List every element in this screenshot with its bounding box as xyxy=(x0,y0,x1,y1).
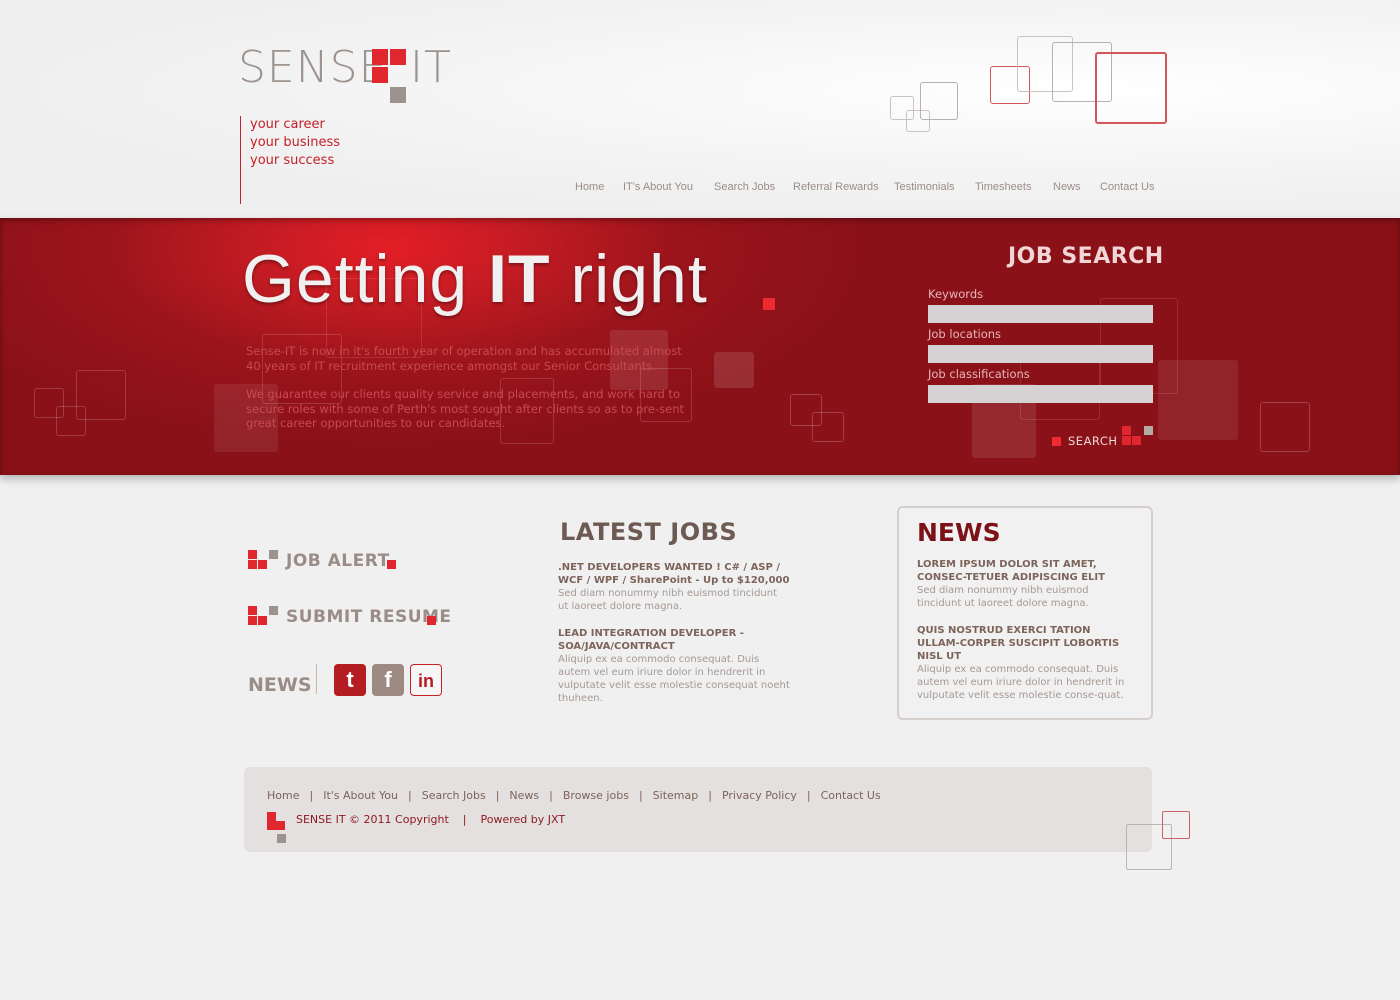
headline-dot-icon xyxy=(763,298,775,310)
footer-link-news[interactable]: News xyxy=(509,789,539,802)
news-item[interactable]: LOREM IPSUM DOLOR SIT AMET, CONSEC-TETUE… xyxy=(917,558,1135,610)
job-title[interactable]: LEAD INTEGRATION DEVELOPER - SOA/JAVA/CO… xyxy=(558,627,790,653)
news-item[interactable]: QUIS NOSTRUD EXERCI TATION ULLAM-CORPER … xyxy=(917,624,1135,702)
job-item[interactable]: .NET DEVELOPERS WANTED ! C# / ASP / WCF … xyxy=(558,561,790,613)
footer-link-contact-us[interactable]: Contact Us xyxy=(821,789,881,802)
footer-link-sitemap[interactable]: Sitemap xyxy=(653,789,699,802)
header: SENSE IT your career your business your … xyxy=(0,0,1400,218)
nav-search-jobs[interactable]: Search Jobs xyxy=(714,181,775,193)
submit-resume-link[interactable]: SUBMIT RESUME xyxy=(248,606,451,630)
logo-text-it: IT xyxy=(410,42,452,93)
bullet-icon xyxy=(387,560,396,569)
nav-its-about-you[interactable]: IT's About You xyxy=(623,181,693,193)
nav-referral-rewards[interactable]: Referral Rewards xyxy=(793,181,879,193)
intro-paragraph: We guarantee our clients quality service… xyxy=(246,387,684,430)
decorative-square xyxy=(1158,360,1238,440)
divider xyxy=(316,664,317,694)
powered-by-link[interactable]: Powered by JXT xyxy=(481,813,566,826)
footer-separator: | xyxy=(638,789,643,802)
linkedin-icon[interactable]: in xyxy=(410,664,442,696)
decorative-square xyxy=(1095,52,1167,124)
job-locations-input[interactable] xyxy=(928,345,1153,363)
footer-separator: | xyxy=(549,789,553,802)
logo-mark-icon xyxy=(1122,426,1154,448)
nav-testimonials[interactable]: Testimonials xyxy=(894,181,955,193)
decorative-square xyxy=(920,82,958,120)
news-desc: Aliquip ex ea commodo consequat. Duis au… xyxy=(917,664,1125,701)
footer-separator: | xyxy=(462,813,467,826)
job-search-title: JOB SEARCH xyxy=(1008,244,1164,269)
footer: Home | It's About You | Search Jobs | News | Bro… xyxy=(244,767,1152,852)
logo-text-sense: SENSE xyxy=(238,42,388,93)
search-bullet-icon xyxy=(1052,437,1061,446)
logo-mark-icon xyxy=(372,49,408,103)
hero-banner: Getting IT right Sense-IT is now in it's… xyxy=(0,218,1400,475)
news-title[interactable]: QUIS NOSTRUD EXERCI TATION ULLAM-CORPER … xyxy=(917,624,1135,663)
hero-intro: Sense-IT is now in it's fourth year of o… xyxy=(246,344,686,445)
footer-separator: | xyxy=(309,789,314,802)
job-title[interactable]: .NET DEVELOPERS WANTED ! C# / ASP / WCF … xyxy=(558,561,790,587)
bullet-icon xyxy=(427,616,436,625)
decorative-square xyxy=(812,412,844,442)
logo-mark-icon xyxy=(267,812,289,844)
keywords-label: Keywords xyxy=(928,287,984,301)
footer-separator: | xyxy=(708,789,712,802)
job-desc: Aliquip ex ea commodo consequat. Duis au… xyxy=(558,654,790,704)
facebook-icon[interactable]: f xyxy=(372,664,404,696)
nav-contact-us[interactable]: Contact Us xyxy=(1100,181,1154,193)
footer-copyright: SENSE IT © 2011 Copyright | Powered by JXT xyxy=(296,813,565,826)
headline-part: Getting xyxy=(242,241,489,317)
job-item[interactable]: LEAD INTEGRATION DEVELOPER - SOA/JAVA/CO… xyxy=(558,627,790,705)
tagline-line: your success xyxy=(250,153,335,168)
footer-separator: | xyxy=(806,789,811,802)
intro-paragraph: Sense-IT is now in it's fourth year of o… xyxy=(246,344,682,373)
search-button-label: SEARCH xyxy=(1068,434,1118,448)
footer-separator: | xyxy=(408,789,412,802)
job-desc: Sed diam nonummy nibh euismod tincidunt … xyxy=(558,588,778,612)
twitter-icon[interactable]: t xyxy=(334,664,366,696)
logo-mark-icon xyxy=(248,550,280,572)
job-classifications-label: Job classifications xyxy=(928,367,1030,381)
nav-timesheets[interactable]: Timesheets xyxy=(975,181,1031,193)
job-alert-label: JOB ALERT xyxy=(286,551,390,571)
logo[interactable]: SENSE IT xyxy=(238,44,458,104)
decorative-square xyxy=(1162,811,1190,839)
copyright-text: SENSE IT © 2011 Copyright xyxy=(296,813,449,826)
logo-mark-icon xyxy=(248,606,280,628)
tagline: your career your business your success xyxy=(240,116,360,204)
decorative-square xyxy=(1260,402,1310,452)
tagline-line: your business xyxy=(250,135,341,150)
news-box: NEWS LOREM IPSUM DOLOR SIT AMET, CONSEC-… xyxy=(897,506,1153,720)
footer-nav: Home | It's About You | Search Jobs | News | Bro… xyxy=(267,789,881,802)
keywords-input[interactable] xyxy=(928,305,1153,323)
footer-link-privacy-policy[interactable]: Privacy Policy xyxy=(722,789,797,802)
footer-link-its-about-you[interactable]: It's About You xyxy=(323,789,398,802)
decorative-square xyxy=(76,370,126,420)
headline-part: right xyxy=(550,241,708,317)
job-classifications-input[interactable] xyxy=(928,385,1153,403)
news-title[interactable]: LOREM IPSUM DOLOR SIT AMET, CONSEC-TETUE… xyxy=(917,558,1135,584)
hero-headline: Getting IT right xyxy=(242,240,708,318)
news-desc: Sed diam nonummy nibh euismod tincidunt … xyxy=(917,585,1089,609)
latest-jobs-title: LATEST JOBS xyxy=(560,518,738,546)
tagline-line: your career xyxy=(250,117,325,132)
nav-news[interactable]: News xyxy=(1053,181,1081,193)
decorative-square xyxy=(714,352,754,388)
news-box-title: NEWS xyxy=(917,518,1001,547)
footer-link-search-jobs[interactable]: Search Jobs xyxy=(422,789,486,802)
news-social-label: NEWS xyxy=(248,674,312,696)
nav-home[interactable]: Home xyxy=(575,181,604,193)
footer-separator: | xyxy=(495,789,500,802)
job-alert-link[interactable]: JOB ALERT xyxy=(248,550,408,574)
footer-link-home[interactable]: Home xyxy=(267,789,299,802)
footer-link-browse-jobs[interactable]: Browse jobs xyxy=(563,789,629,802)
job-locations-label: Job locations xyxy=(928,327,1002,341)
headline-part: IT xyxy=(488,241,551,317)
